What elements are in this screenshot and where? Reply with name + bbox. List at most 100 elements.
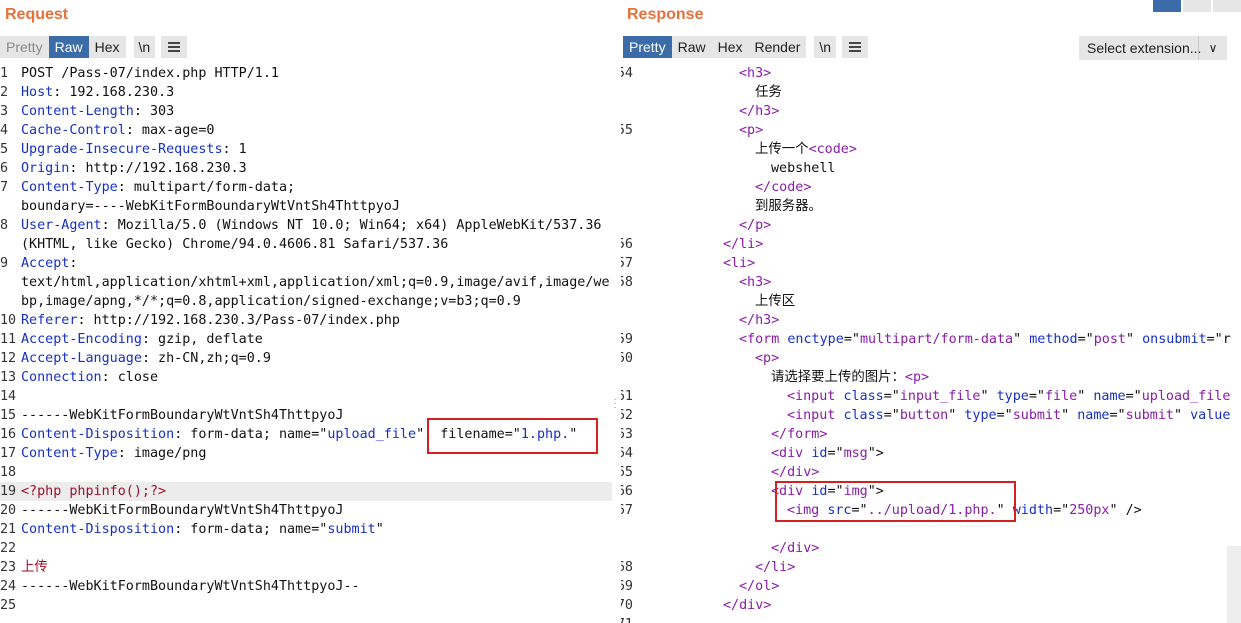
code-token: 到服务器。 bbox=[755, 199, 822, 214]
code-line: 任务 bbox=[621, 83, 1241, 102]
img-src-highlight-box bbox=[775, 481, 1016, 522]
line-number: 59 bbox=[621, 332, 633, 347]
response-title: Response bbox=[627, 6, 704, 23]
line-number: 54 bbox=[621, 66, 633, 81]
code-text: </li> bbox=[723, 235, 763, 254]
select-extension-label: Select extension... bbox=[1087, 40, 1202, 56]
code-token: </div> bbox=[771, 465, 820, 480]
response-toolbar: Pretty Raw Hex Render \n bbox=[623, 36, 869, 58]
code-token: <p> bbox=[739, 123, 764, 138]
code-token: Host bbox=[21, 85, 54, 100]
code-text: Upgrade-Insecure-Requests: 1 bbox=[21, 140, 247, 159]
code-line: 4 Cache-Control: max-age=0 bbox=[0, 121, 612, 140]
code-line: 12 Accept-Language: zh-CN,zh;q=0.9 bbox=[0, 349, 612, 368]
code-token: webshell bbox=[771, 161, 836, 176]
code-token: </code> bbox=[755, 180, 812, 195]
response-scrollbar[interactable] bbox=[1227, 546, 1241, 623]
code-token: : zh-CN,zh;q=0.9 bbox=[141, 351, 271, 366]
code-token: Accept bbox=[21, 256, 70, 271]
code-token: =" bbox=[996, 408, 1013, 423]
request-menu-icon[interactable] bbox=[161, 36, 188, 58]
code-line: (KHTML, like Gecko) Chrome/94.0.4606.81 … bbox=[0, 235, 612, 254]
code-text: 上传区 bbox=[755, 292, 795, 311]
code-token: 250px bbox=[1069, 503, 1110, 518]
code-text: <input class="input_file" type="file" na… bbox=[787, 387, 1230, 406]
code-token: : close bbox=[101, 370, 159, 385]
response-newline-toggle[interactable]: \n bbox=[814, 36, 837, 58]
response-menu-icon[interactable] bbox=[842, 36, 869, 58]
code-line: 7 Content-Type: multipart/form-data; bbox=[0, 178, 612, 197]
code-token: Content-Type bbox=[21, 446, 118, 461]
request-editor[interactable]: 1 POST /Pass-07/index.php HTTP/1.1 2 Host: … bbox=[0, 64, 612, 615]
line-number: 2 bbox=[0, 85, 9, 100]
code-token: " bbox=[1077, 389, 1094, 404]
line-number: 25 bbox=[0, 598, 17, 613]
response-tab-raw[interactable]: Raw bbox=[671, 36, 712, 58]
code-token: <input bbox=[787, 389, 844, 404]
request-newline-toggle[interactable]: \n bbox=[133, 36, 156, 58]
code-text: </ol> bbox=[739, 577, 779, 596]
code-line: 55 <p> bbox=[621, 121, 1241, 140]
code-token: =" bbox=[1028, 389, 1045, 404]
code-token: <p> bbox=[904, 370, 930, 385]
code-line: 5 Upgrade-Insecure-Requests: 1 bbox=[0, 140, 612, 159]
code-token: class bbox=[843, 389, 884, 404]
split-view-icon[interactable] bbox=[1153, 0, 1181, 12]
horizontal-view-icon[interactable] bbox=[1183, 0, 1211, 12]
response-editor[interactable]: 54 <h3> 任务 </h3> 55 <p> 上传一个<code> webshell </co… bbox=[621, 64, 1241, 623]
single-view-icon[interactable] bbox=[1213, 0, 1241, 12]
code-token: </div> bbox=[723, 598, 772, 613]
divider-handle-icon[interactable]: · · · bbox=[612, 395, 618, 413]
code-text: Cache-Control: max-age=0 bbox=[21, 121, 215, 140]
line-number: 21 bbox=[0, 522, 17, 537]
line-number: 12 bbox=[0, 351, 17, 366]
response-tab-pretty[interactable]: Pretty bbox=[623, 36, 672, 58]
code-text: User-Agent: Mozilla/5.0 (Windows NT 10.0… bbox=[21, 216, 601, 235]
code-token: type bbox=[996, 389, 1029, 404]
code-token: value bbox=[1190, 408, 1231, 423]
line-number: 56 bbox=[621, 237, 633, 252]
code-line: 56 </li> bbox=[621, 235, 1241, 254]
response-tab-render[interactable]: Render bbox=[748, 36, 807, 58]
line-number: 13 bbox=[0, 370, 17, 385]
code-line: 22 bbox=[0, 539, 612, 558]
code-token: width bbox=[1012, 503, 1054, 518]
response-tab-hex[interactable]: Hex bbox=[711, 36, 749, 58]
code-token: </h3> bbox=[739, 104, 780, 119]
code-token: name bbox=[1093, 389, 1126, 404]
code-token: User-Agent bbox=[21, 218, 102, 233]
code-line: 请选择要上传的图片：<p> bbox=[621, 368, 1241, 387]
code-token: input_file bbox=[899, 389, 981, 404]
code-token: msg bbox=[843, 446, 868, 461]
pane-divider[interactable] bbox=[612, 0, 621, 623]
line-number: 67 bbox=[621, 503, 633, 518]
code-text: 上传 bbox=[21, 558, 48, 577]
request-tab-hex[interactable]: Hex bbox=[88, 36, 126, 58]
code-line: 9 Accept: bbox=[0, 254, 612, 273]
code-token: <?php phpinfo();?> bbox=[21, 484, 167, 499]
line-number: 65 bbox=[621, 465, 633, 480]
code-token: " /> bbox=[1109, 503, 1142, 518]
code-text: </form> bbox=[771, 425, 827, 444]
code-token: </li> bbox=[755, 560, 796, 575]
code-token: bp,image/apng,*/*;q=0.8,application/sign… bbox=[21, 294, 521, 309]
code-line: bp,image/apng,*/*;q=0.8,application/sign… bbox=[0, 292, 612, 311]
code-token: enctype bbox=[787, 332, 844, 347]
line-number: 23 bbox=[0, 560, 17, 575]
response-pane: Response Pretty Raw Hex Render \n Select… bbox=[621, 0, 1241, 623]
request-tab-pretty[interactable]: Pretty bbox=[0, 36, 49, 58]
code-text: Accept: bbox=[21, 254, 77, 273]
code-line: 上传区 bbox=[621, 292, 1241, 311]
line-number: 3 bbox=[0, 104, 9, 119]
code-line: 64 <div id="msg"> bbox=[621, 444, 1241, 463]
line-number: 24 bbox=[0, 579, 17, 594]
request-tab-raw[interactable]: Raw bbox=[48, 36, 89, 58]
code-text: 上传一个<code> bbox=[755, 140, 857, 159]
layout-view-buttons bbox=[1151, 0, 1241, 12]
select-extension-dropdown[interactable]: Select extension... ∨ bbox=[1079, 36, 1227, 60]
code-token: Origin bbox=[21, 161, 70, 176]
code-token: : multipart/form-data; bbox=[117, 180, 296, 195]
code-text: Connection: close bbox=[21, 368, 158, 387]
line-number: 16 bbox=[0, 427, 17, 442]
